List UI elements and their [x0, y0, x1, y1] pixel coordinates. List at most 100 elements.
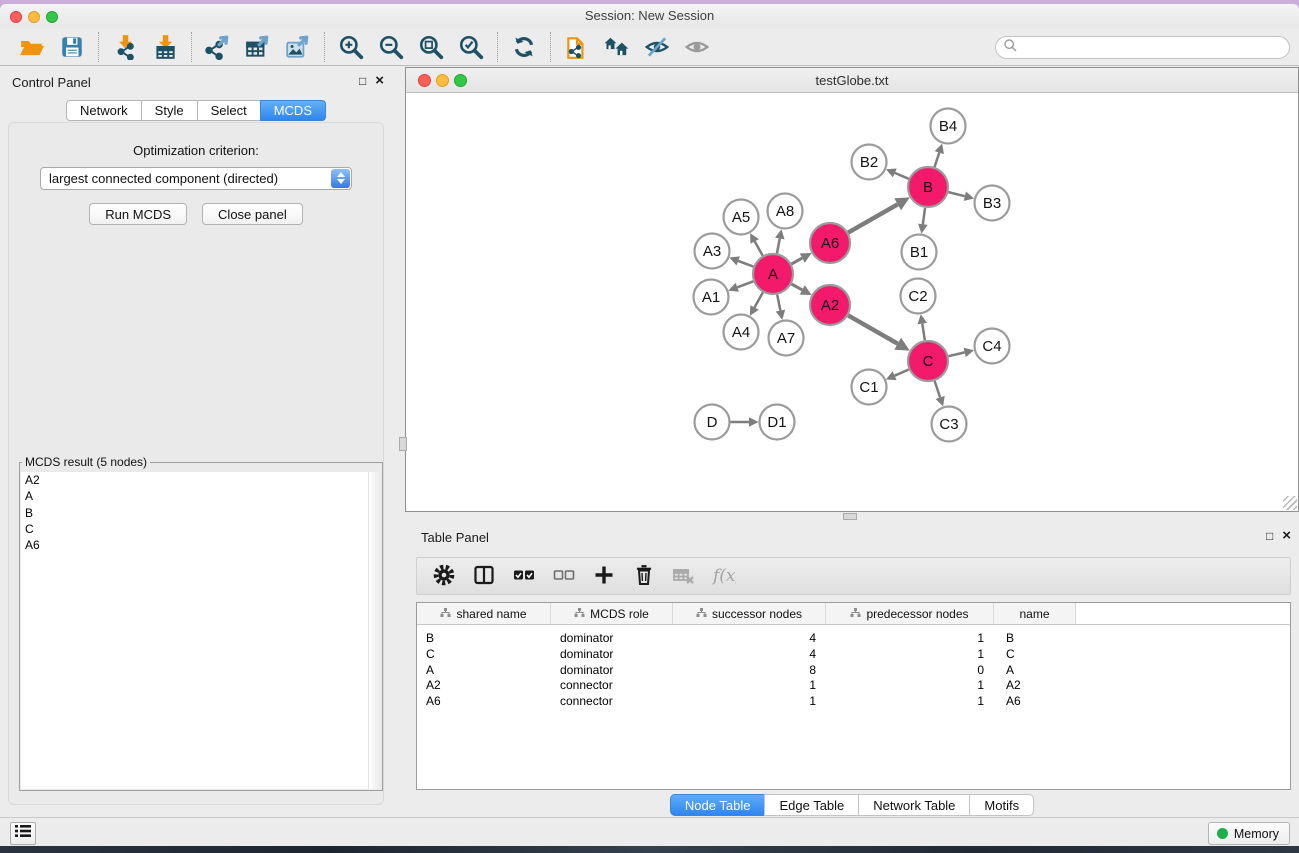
table-cell[interactable]: 1	[826, 647, 994, 663]
table-cell[interactable]: 1	[826, 694, 994, 710]
tab-style[interactable]: Style	[141, 100, 198, 121]
export-table-button[interactable]	[238, 31, 278, 63]
open-folder-button[interactable]	[12, 31, 52, 63]
zoom-fit-button[interactable]	[411, 31, 451, 63]
select-all-button[interactable]	[507, 561, 541, 591]
tab-node-table[interactable]: Node Table	[670, 794, 766, 816]
edge-A-A5[interactable]	[755, 241, 763, 255]
table-cell[interactable]: A2	[417, 678, 551, 694]
zoom-selected-button[interactable]	[451, 31, 491, 63]
table-cell[interactable]: A2	[994, 678, 1076, 694]
graph-node-D1[interactable]: D1	[760, 405, 795, 440]
horizontal-split-handle[interactable]	[843, 513, 857, 520]
float-panel-icon[interactable]: □	[359, 75, 366, 87]
zoom-in-button[interactable]	[331, 31, 371, 63]
edge-A6-B[interactable]	[848, 204, 898, 232]
table-row[interactable]: Bdominator41B	[417, 631, 1290, 647]
graph-node-A6[interactable]: A6	[810, 223, 850, 263]
close-panel-button[interactable]: Close panel	[202, 203, 303, 225]
mcds-result-item[interactable]: B	[21, 505, 381, 521]
table-row[interactable]: A2connector11A2	[417, 678, 1290, 694]
zoom-out-button[interactable]	[371, 31, 411, 63]
save-button[interactable]	[52, 31, 92, 63]
close-panel-icon[interactable]: ×	[375, 75, 384, 87]
export-network-button[interactable]	[198, 31, 238, 63]
run-mcds-button[interactable]: Run MCDS	[89, 203, 187, 225]
tab-select[interactable]: Select	[197, 100, 261, 121]
mcds-list-scrollbar[interactable]	[368, 472, 381, 789]
graph-node-C[interactable]: C	[908, 341, 948, 381]
table-row[interactable]: Cdominator41C	[417, 647, 1290, 663]
graph-node-B2[interactable]: B2	[852, 145, 887, 180]
column-header-shared-name[interactable]: shared name	[417, 603, 551, 624]
graph-node-A3[interactable]: A3	[695, 234, 730, 269]
graph-node-A[interactable]: A	[753, 254, 793, 294]
graph-node-C2[interactable]: C2	[901, 279, 936, 314]
graph-node-A4[interactable]: A4	[724, 315, 759, 350]
edge-A-A7[interactable]	[777, 295, 780, 311]
home-button[interactable]	[597, 31, 637, 63]
memory-button[interactable]: Memory	[1208, 822, 1290, 845]
graph-node-A1[interactable]: A1	[694, 280, 729, 315]
edge-C-C4[interactable]	[948, 352, 964, 356]
table-cell[interactable]: B	[417, 631, 551, 647]
graph-node-B4[interactable]: B4	[931, 109, 966, 144]
mcds-result-item[interactable]: A	[21, 488, 381, 504]
table-row[interactable]: Adominator80A	[417, 663, 1290, 679]
delete-column-button[interactable]	[627, 561, 661, 591]
column-header-predecessor-nodes[interactable]: predecessor nodes	[826, 603, 994, 624]
graph-node-D[interactable]: D	[695, 405, 730, 440]
table-cell[interactable]: A	[994, 663, 1076, 679]
float-panel-icon[interactable]: □	[1266, 530, 1273, 542]
edge-C-C3[interactable]	[935, 381, 941, 398]
graph-node-B3[interactable]: B3	[975, 186, 1010, 221]
import-table-button[interactable]	[145, 31, 185, 63]
table-cell[interactable]: A	[417, 663, 551, 679]
new-network-from-file-button[interactable]	[557, 31, 597, 63]
edge-C-C1[interactable]	[895, 370, 909, 376]
task-history-button[interactable]	[10, 822, 36, 845]
graph-node-A7[interactable]: A7	[769, 321, 804, 356]
edge-A-A3[interactable]	[738, 261, 753, 267]
vertical-split-handle[interactable]	[399, 437, 407, 451]
search-box[interactable]	[995, 36, 1290, 59]
table-cell[interactable]: dominator	[551, 631, 673, 647]
network-window-titlebar[interactable]: testGlobe.txt	[406, 68, 1298, 93]
table-cell[interactable]: connector	[551, 678, 673, 694]
edge-B-B4[interactable]	[935, 153, 940, 167]
gear-button[interactable]	[427, 561, 461, 591]
graph-node-B[interactable]: B	[908, 167, 948, 207]
network-canvas[interactable]: B4 B2 B B3 A8 A5 A6 A3 B1 A C2 A1 A2 A4 …	[406, 93, 1298, 511]
table-cell[interactable]: 0	[826, 663, 994, 679]
tab-network[interactable]: Network	[66, 100, 142, 121]
tab-network-table[interactable]: Network Table	[858, 794, 970, 816]
graph-node-B1[interactable]: B1	[902, 235, 937, 270]
table-cell[interactable]: 1	[673, 694, 826, 710]
table-cell[interactable]: 1	[826, 678, 994, 694]
edge-B-B1[interactable]	[923, 208, 925, 225]
table-cell[interactable]: 4	[673, 647, 826, 663]
graph-node-A8[interactable]: A8	[768, 194, 803, 229]
graph-node-A2[interactable]: A2	[810, 285, 850, 325]
unselect-all-button[interactable]	[547, 561, 581, 591]
edge-A-A2[interactable]	[791, 284, 802, 290]
edge-B-B2[interactable]	[895, 173, 909, 179]
table-cell[interactable]: C	[994, 647, 1076, 663]
table-row[interactable]: A6connector11A6	[417, 694, 1290, 710]
table-cell[interactable]: C	[417, 647, 551, 663]
edge-C-C2[interactable]	[922, 324, 925, 341]
export-image-button[interactable]	[278, 31, 318, 63]
edge-A-A1[interactable]	[737, 281, 753, 287]
table-cell[interactable]: A6	[994, 694, 1076, 710]
mcds-result-item[interactable]: A2	[21, 472, 381, 488]
close-panel-icon[interactable]: ×	[1282, 530, 1291, 542]
table-cell[interactable]: 4	[673, 631, 826, 647]
search-input[interactable]	[1018, 41, 1289, 55]
table-cell[interactable]: dominator	[551, 663, 673, 679]
table-cell[interactable]: dominator	[551, 647, 673, 663]
table-cell[interactable]: connector	[551, 694, 673, 710]
graph-node-C1[interactable]: C1	[852, 370, 887, 405]
criterion-dropdown[interactable]: largest connected component (directed)	[40, 167, 352, 190]
table-cell[interactable]: A6	[417, 694, 551, 710]
resize-grip-icon[interactable]	[1283, 496, 1297, 510]
